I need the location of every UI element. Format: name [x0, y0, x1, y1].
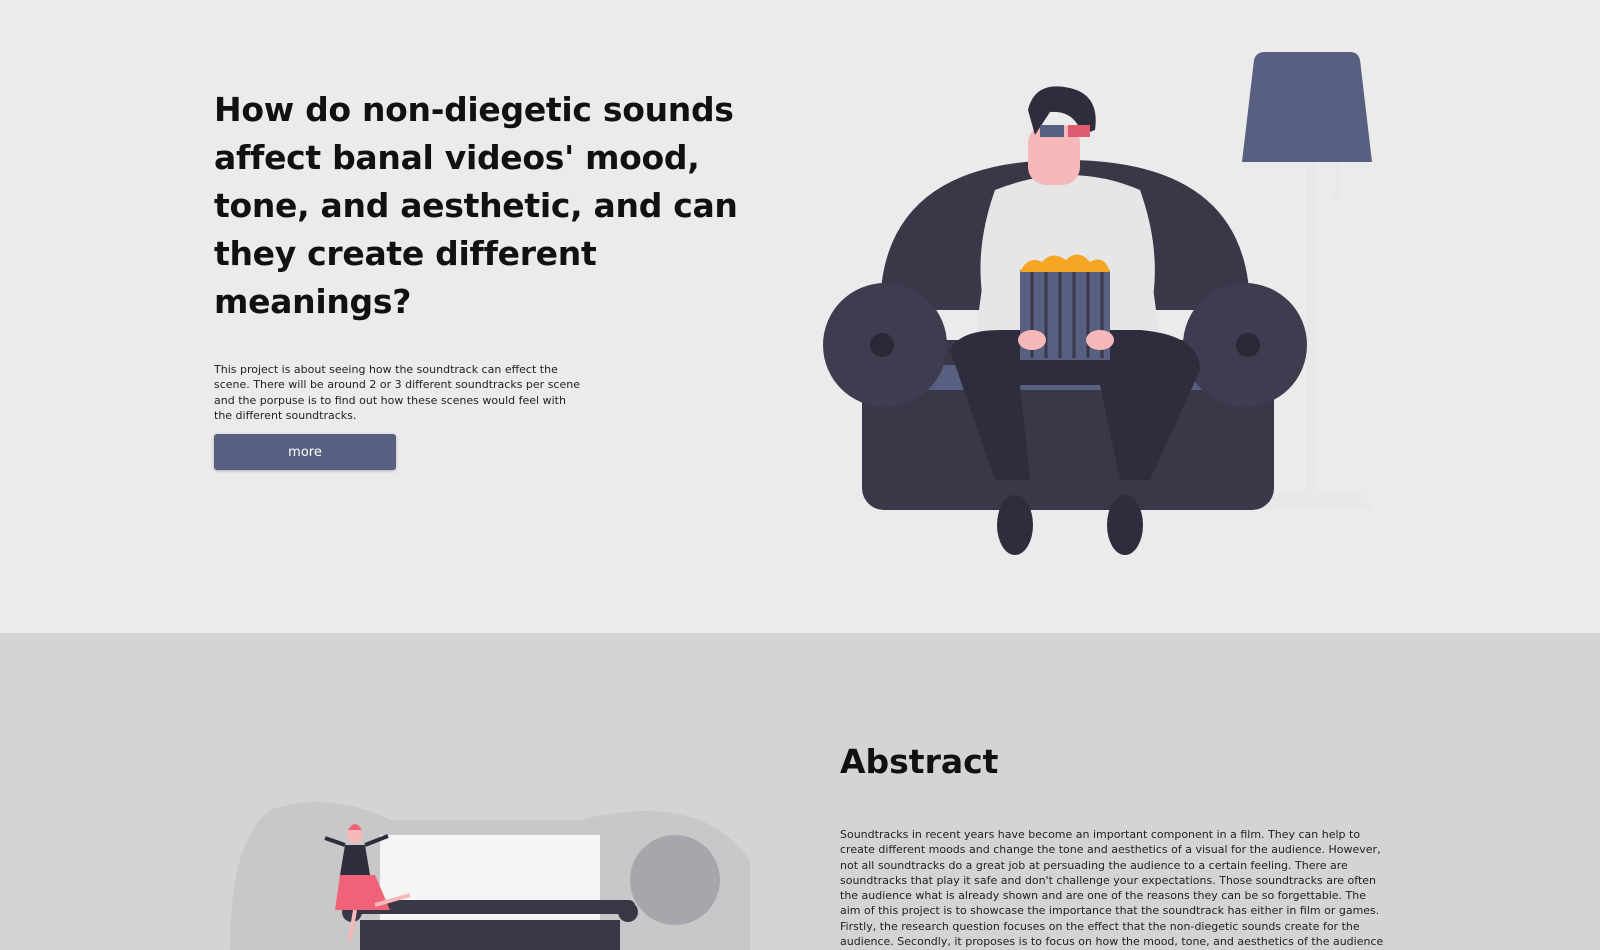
typewriter-illustration: [230, 802, 750, 950]
abstract-text: Soundtracks in recent years have become …: [840, 828, 1384, 949]
more-button[interactable]: more: [214, 434, 396, 470]
typewriter: [342, 835, 638, 950]
armchair-illustration: [823, 52, 1373, 555]
abstract-title: Abstract: [840, 742, 999, 781]
hero-description: This project is about seeing how the sou…: [214, 363, 580, 422]
hero-title: How do non-diegetic sounds affect banal …: [214, 90, 738, 321]
